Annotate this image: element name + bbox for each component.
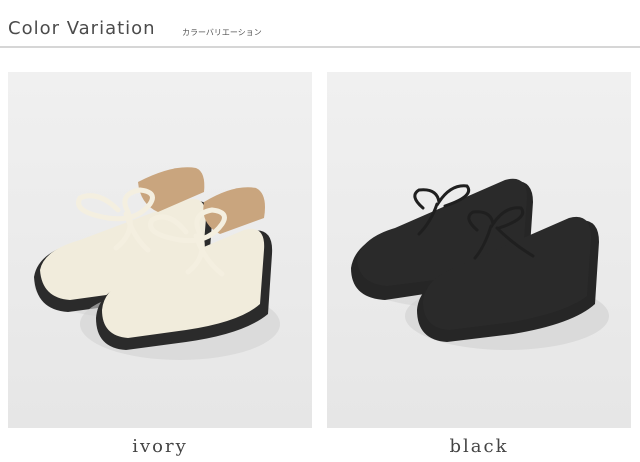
header-divider bbox=[0, 46, 640, 48]
page-header: Color Variation カラーバリエーション bbox=[0, 0, 640, 48]
shoe-pair-black-image bbox=[327, 72, 631, 428]
variant-label-ivory: ivory bbox=[132, 436, 188, 457]
page-title: Color Variation bbox=[8, 18, 156, 39]
shoe-pair-ivory-image bbox=[8, 72, 312, 428]
page-subtitle: カラーバリエーション bbox=[182, 28, 262, 37]
product-photo-ivory bbox=[8, 72, 312, 428]
variant-label-black: black bbox=[449, 436, 509, 457]
product-photo-black bbox=[327, 72, 631, 428]
